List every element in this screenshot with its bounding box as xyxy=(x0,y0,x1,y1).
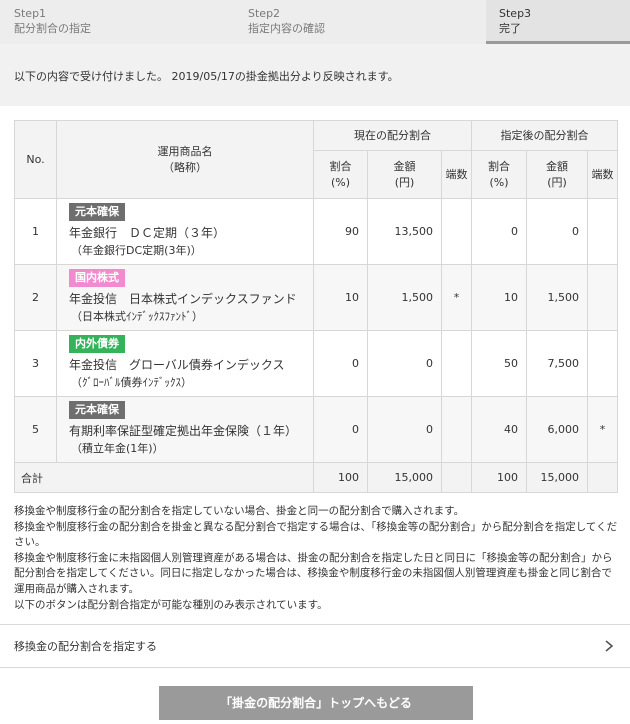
table-row: 3 内外債券 年金投信 グローバル債券インデックス （ｸﾞﾛｰﾊﾞﾙ債券ｲﾝﾃﾞ… xyxy=(14,330,619,397)
category-badge: 元本確保 xyxy=(69,401,125,419)
total-label: 合計 xyxy=(14,462,314,493)
current-ratio: 0 xyxy=(313,396,368,463)
notes: 移換金や制度移行金の配分割合を指定していない場合、掛金と同一の配分割合で購入され… xyxy=(14,504,618,613)
row-product: 元本確保 有期利率保証型確定拠出年金保険（１年） （積立年金(1年)） xyxy=(56,396,314,463)
new-fraction xyxy=(586,264,619,331)
step-indicator: Step1 配分割合の指定 Step2 指定内容の確認 Step3 完了 xyxy=(0,0,630,44)
header-current-ratio: 割合 (%) xyxy=(313,150,368,199)
current-fraction xyxy=(441,330,472,397)
product-name: 年金銀行 ＤＣ定期（３年） xyxy=(69,226,226,240)
header-new-allocation: 指定後の配分割合 xyxy=(470,120,619,151)
link-label: 移換金の配分割合を指定する xyxy=(14,640,157,653)
product-name: 年金投信 日本株式インデックスファンド xyxy=(69,292,297,306)
header-ratio-text: 割合 xyxy=(329,159,352,173)
note-line: 移換金や制度移行金の配分割合を指定していない場合、掛金と同一の配分割合で購入され… xyxy=(14,505,465,517)
current-amount: 0 xyxy=(367,396,442,463)
row-product: 内外債券 年金投信 グローバル債券インデックス （ｸﾞﾛｰﾊﾞﾙ債券ｲﾝﾃﾞｯｸ… xyxy=(56,330,314,397)
product-name: 年金投信 グローバル債券インデックス xyxy=(69,358,285,372)
row-no: 2 xyxy=(14,264,57,331)
category-badge: 内外債券 xyxy=(69,335,125,353)
header-product-name: 運用商品名 xyxy=(157,144,213,158)
new-fraction: * xyxy=(586,396,619,463)
step-1-number: Step1 xyxy=(14,7,47,20)
header-current-fraction: 端数 xyxy=(441,150,472,199)
product-abbr: （日本株式ｲﾝﾃﾞｯｸｽﾌｧﾝﾄﾞ） xyxy=(71,310,203,323)
header-new-amount: 金額 (円) xyxy=(526,150,588,199)
current-ratio: 10 xyxy=(313,264,368,331)
step-3-label: 完了 xyxy=(499,22,521,35)
current-amount: 1,500 xyxy=(367,264,442,331)
back-to-top-button[interactable]: 「掛金の配分割合」トップへもどる xyxy=(159,686,473,720)
current-ratio: 0 xyxy=(313,330,368,397)
table-row: 2 国内株式 年金投信 日本株式インデックスファンド （日本株式ｲﾝﾃﾞｯｸｽﾌ… xyxy=(14,264,619,331)
step-2-number: Step2 xyxy=(248,7,281,20)
completion-message: 以下の内容で受け付けました。 2019/05/17の掛金拠出分より反映されます。 xyxy=(0,44,630,106)
row-product: 元本確保 年金銀行 ＤＣ定期（３年） （年金銀行DC定期(3年)） xyxy=(56,198,314,265)
specify-transfer-allocation-link[interactable]: 移換金の配分割合を指定する xyxy=(0,624,630,668)
table-row: 5 元本確保 有期利率保証型確定拠出年金保険（１年） （積立年金(1年)） 0 … xyxy=(14,396,619,463)
new-amount: 6,000 xyxy=(526,396,588,463)
total-current-ratio: 100 xyxy=(313,462,368,493)
new-fraction xyxy=(586,198,619,265)
new-amount: 1,500 xyxy=(526,264,588,331)
total-current-fraction xyxy=(441,462,472,493)
header-ratio-unit: (%) xyxy=(489,175,509,189)
total-new-amount: 15,000 xyxy=(526,462,588,493)
new-ratio: 50 xyxy=(471,330,527,397)
new-ratio: 10 xyxy=(471,264,527,331)
product-abbr: （積立年金(1年)） xyxy=(71,442,164,455)
new-ratio: 0 xyxy=(471,198,527,265)
note-line: 移換金や制度移行金に未指図個人別管理資産がある場合は、掛金の配分割合を指定した日… xyxy=(14,551,613,595)
header-current-allocation: 現在の配分割合 xyxy=(313,120,472,151)
header-no: No. xyxy=(14,120,57,199)
step-3-current: Step3 完了 xyxy=(486,0,630,44)
header-current-amount: 金額 (円) xyxy=(367,150,442,199)
row-product: 国内株式 年金投信 日本株式インデックスファンド （日本株式ｲﾝﾃﾞｯｸｽﾌｧﾝ… xyxy=(56,264,314,331)
header-ratio-text: 割合 xyxy=(488,159,510,173)
table-row: 1 元本確保 年金銀行 ＤＣ定期（３年） （年金銀行DC定期(3年)） 90 1… xyxy=(14,198,619,265)
header-amount-unit: (円) xyxy=(547,175,567,189)
header-amount-text: 金額 xyxy=(546,159,568,173)
product-name: 有期利率保証型確定拠出年金保険（１年） xyxy=(69,424,298,438)
chevron-right-icon xyxy=(605,640,614,652)
header-product-abbr: （略称） xyxy=(163,160,207,174)
total-current-amount: 15,000 xyxy=(367,462,442,493)
total-new-fraction xyxy=(586,462,619,493)
note-line: 以下のボタンは配分割合指定が可能な種別のみ表示されています。 xyxy=(14,598,328,611)
new-amount: 7,500 xyxy=(526,330,588,397)
row-no: 3 xyxy=(14,330,57,397)
category-badge: 国内株式 xyxy=(69,269,125,287)
total-new-ratio: 100 xyxy=(471,462,527,493)
total-row: 合計 100 15,000 100 15,000 xyxy=(14,462,619,493)
row-no: 5 xyxy=(14,396,57,463)
note-line: 移換金や制度移行金の配分割合を掛金と異なる配分割合で指定する場合は、「移換金等の… xyxy=(14,520,618,549)
new-ratio: 40 xyxy=(471,396,527,463)
header-new-ratio: 割合 (%) xyxy=(471,150,527,199)
header-amount-text: 金額 xyxy=(393,159,416,173)
current-amount: 13,500 xyxy=(367,198,442,265)
product-abbr: （ｸﾞﾛｰﾊﾞﾙ債券ｲﾝﾃﾞｯｸｽ） xyxy=(71,376,192,389)
category-badge: 元本確保 xyxy=(69,203,125,221)
product-abbr: （年金銀行DC定期(3年)） xyxy=(71,244,202,257)
current-ratio: 90 xyxy=(313,198,368,265)
header-ratio-unit: (%) xyxy=(330,175,351,189)
allocation-table: No. 運用商品名 （略称） 現在の配分割合 指定後の配分割合 割合 (%) 金額… xyxy=(14,120,619,493)
step-3-number: Step3 xyxy=(499,7,532,20)
header-new-fraction: 端数 xyxy=(586,150,619,199)
step-1: Step1 配分割合の指定 xyxy=(0,0,234,44)
step-1-label: 配分割合の指定 xyxy=(14,22,91,35)
step-2: Step2 指定内容の確認 xyxy=(234,0,486,44)
header-amount-unit: (円) xyxy=(394,175,415,189)
current-fraction xyxy=(441,396,472,463)
current-fraction xyxy=(441,198,472,265)
step-2-label: 指定内容の確認 xyxy=(248,22,325,35)
row-no: 1 xyxy=(14,198,57,265)
current-amount: 0 xyxy=(367,330,442,397)
new-fraction xyxy=(586,330,619,397)
new-amount: 0 xyxy=(526,198,588,265)
header-product: 運用商品名 （略称） xyxy=(56,120,314,199)
current-fraction: * xyxy=(441,264,472,331)
